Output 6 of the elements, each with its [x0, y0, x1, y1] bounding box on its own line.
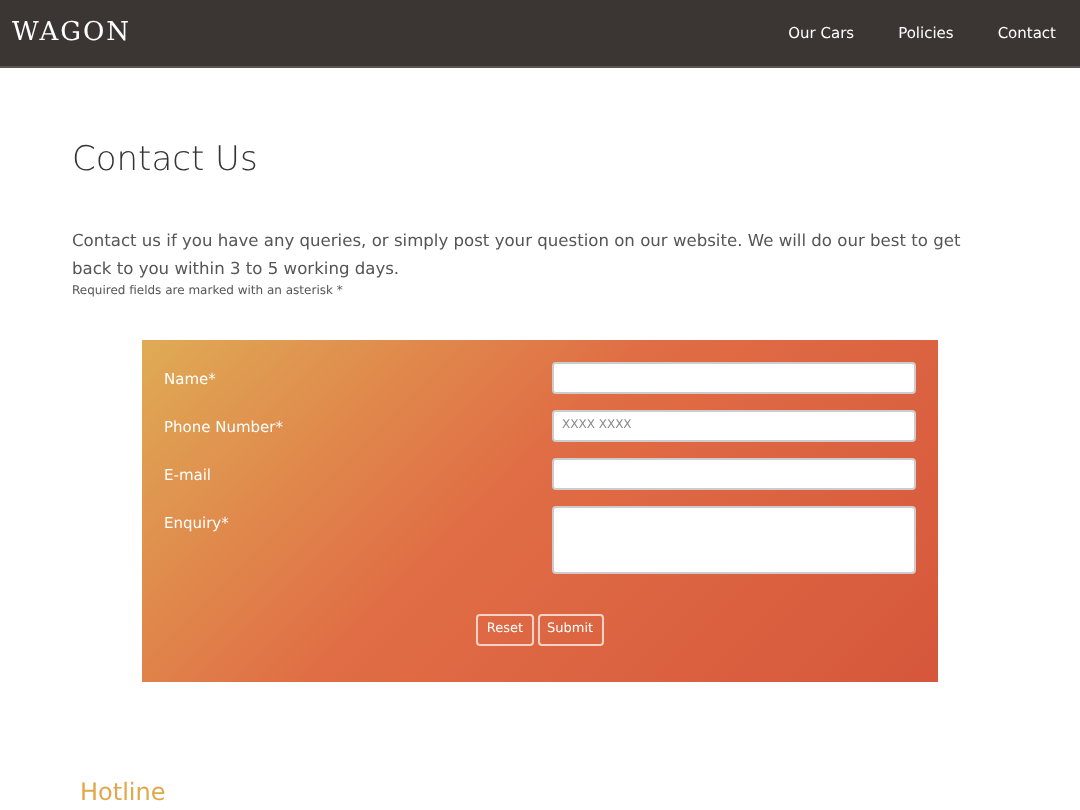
- input-field[interactable]: [552, 361, 916, 393]
- site-logo[interactable]: WAGON: [12, 13, 132, 53]
- page-title: Contact Us: [72, 138, 260, 184]
- intro-paragraph: Contact us if you have any queries, or simply post your question on our website. We will do our best to get back to you within 3 to 5 working days.: [72, 227, 963, 281]
- hotline-heading: Hotline: [80, 775, 168, 809]
- input-field[interactable]: [552, 457, 916, 489]
